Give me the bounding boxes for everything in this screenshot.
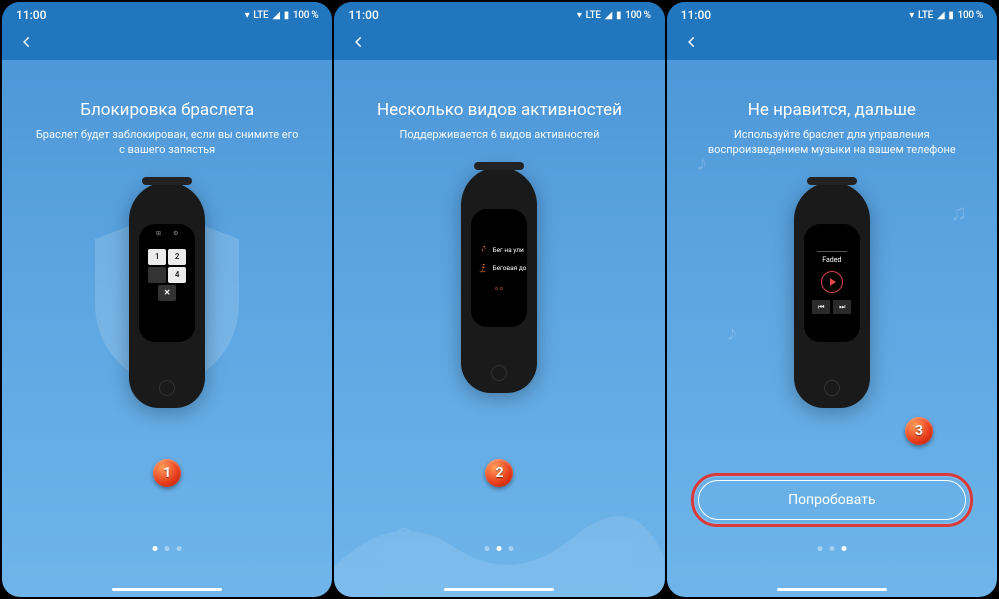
wifi-icon: ▾ bbox=[909, 10, 914, 21]
running-icon bbox=[478, 245, 488, 255]
cta-highlight: Попробовать bbox=[691, 473, 973, 527]
activity-more bbox=[475, 277, 523, 295]
dot-1[interactable] bbox=[153, 546, 158, 551]
status-time: 11:00 bbox=[348, 8, 378, 22]
treadmill-icon bbox=[478, 263, 488, 273]
keypad-blank bbox=[148, 267, 166, 283]
step-badge-3: 3 bbox=[905, 417, 933, 445]
battery-label: 100 % bbox=[958, 10, 983, 21]
band-device: Faded ⏮ ⏭ bbox=[794, 182, 870, 408]
step-badge-2: 2 bbox=[485, 459, 513, 487]
band-illustration: Бег на ули Беговая до bbox=[434, 167, 564, 397]
status-bar: 11:00 ▾ LTE ◢ ▮ 100 % bbox=[667, 2, 997, 24]
network-label: LTE bbox=[253, 10, 268, 21]
app-bar bbox=[334, 24, 664, 60]
cycling-icon bbox=[494, 281, 504, 291]
onboarding-screen-2: 11:00 ▾ LTE ◢ ▮ 100 % Несколько видов ак… bbox=[334, 2, 664, 597]
battery-label: 100 % bbox=[625, 10, 650, 21]
play-icon bbox=[830, 278, 836, 286]
dot-2[interactable] bbox=[829, 546, 834, 551]
keypad-1: 1 bbox=[148, 249, 166, 265]
band-lock-screen: ⊞⚙ 1 2 4 ✕ bbox=[139, 224, 195, 342]
page-indicator bbox=[485, 546, 514, 551]
next-track-button: ⏭ bbox=[833, 300, 851, 314]
track-name: Faded bbox=[822, 256, 841, 264]
battery-label: 100 % bbox=[293, 10, 318, 21]
dot-3[interactable] bbox=[841, 546, 846, 551]
play-button bbox=[821, 271, 843, 293]
band-top-icons: ⊞⚙ bbox=[156, 230, 178, 237]
band-device: Бег на ули Беговая до bbox=[461, 167, 537, 393]
music-note-icon: ♫ bbox=[950, 200, 967, 226]
page-indicator bbox=[817, 546, 846, 551]
status-time: 11:00 bbox=[681, 8, 711, 22]
page-title: Несколько видов активностей bbox=[377, 100, 622, 120]
dot-3[interactable] bbox=[509, 546, 514, 551]
keypad-4: 4 bbox=[168, 267, 186, 283]
onboarding-screen-1: 11:00 ▾ LTE ◢ ▮ 100 % Блокировка браслет… bbox=[2, 2, 332, 597]
battery-icon: ▮ bbox=[948, 10, 953, 21]
signal-icon: ◢ bbox=[605, 10, 612, 21]
divider bbox=[817, 251, 847, 252]
nav-handle[interactable] bbox=[777, 588, 887, 591]
try-button[interactable]: Попробовать bbox=[698, 480, 966, 520]
dot-1[interactable] bbox=[485, 546, 490, 551]
activity-run-outdoor: Бег на ули bbox=[475, 241, 523, 259]
app-bar bbox=[667, 24, 997, 60]
content-area: Блокировка браслета Браслет будет заблок… bbox=[2, 60, 332, 597]
status-bar: 11:00 ▾ LTE ◢ ▮ 100 % bbox=[334, 2, 664, 24]
band-home-button bbox=[824, 380, 840, 396]
status-indicators: ▾ LTE ◢ ▮ 100 % bbox=[245, 10, 319, 21]
status-indicators: ▾ LTE ◢ ▮ 100 % bbox=[909, 10, 983, 21]
band-keypad: 1 2 4 ✕ bbox=[148, 249, 186, 301]
wifi-icon: ▾ bbox=[577, 10, 582, 21]
page-indicator bbox=[153, 546, 182, 551]
signal-icon: ◢ bbox=[937, 10, 944, 21]
page-subtitle: Поддерживается 6 видов активностей bbox=[391, 128, 607, 143]
band-home-button bbox=[491, 365, 507, 381]
band-activity-screen: Бег на ули Беговая до bbox=[471, 209, 527, 327]
network-label: LTE bbox=[586, 10, 601, 21]
page-subtitle: Используйте браслет для управления воспр… bbox=[691, 128, 973, 158]
band-music-screen: Faded ⏮ ⏭ bbox=[804, 224, 860, 342]
prev-track-button: ⏮ bbox=[812, 300, 830, 314]
app-bar bbox=[2, 24, 332, 60]
wifi-icon: ▾ bbox=[245, 10, 250, 21]
keypad-2: 2 bbox=[168, 249, 186, 265]
dot-2[interactable] bbox=[165, 546, 170, 551]
content-area: Не нравится, дальше Используйте браслет … bbox=[667, 60, 997, 597]
network-label: LTE bbox=[918, 10, 933, 21]
page-title: Блокировка браслета bbox=[80, 100, 254, 120]
dot-2[interactable] bbox=[497, 546, 502, 551]
content-area: Несколько видов активностей Поддерживает… bbox=[334, 60, 664, 597]
back-button[interactable] bbox=[681, 31, 703, 53]
band-home-button bbox=[159, 380, 175, 396]
dot-3[interactable] bbox=[177, 546, 182, 551]
battery-icon: ▮ bbox=[616, 10, 621, 21]
music-note-icon: ♪ bbox=[727, 320, 738, 346]
page-title: Не нравится, дальше bbox=[748, 100, 916, 120]
signal-icon: ◢ bbox=[272, 10, 279, 21]
nav-handle[interactable] bbox=[444, 588, 554, 591]
onboarding-screen-3: 11:00 ▾ LTE ◢ ▮ 100 % Не нравится, дальш… bbox=[667, 2, 997, 597]
back-button[interactable] bbox=[16, 31, 38, 53]
status-bar: 11:00 ▾ LTE ◢ ▮ 100 % bbox=[2, 2, 332, 24]
activity-treadmill: Беговая до bbox=[475, 259, 523, 277]
status-indicators: ▾ LTE ◢ ▮ 100 % bbox=[577, 10, 651, 21]
music-note-icon: ♪ bbox=[697, 150, 708, 176]
step-badge-1: 1 bbox=[153, 459, 181, 487]
band-illustration: Faded ⏮ ⏭ bbox=[767, 182, 897, 412]
music-controls: ⏮ ⏭ bbox=[812, 300, 851, 314]
nav-handle[interactable] bbox=[112, 588, 222, 591]
status-time: 11:00 bbox=[16, 8, 46, 22]
back-button[interactable] bbox=[348, 31, 370, 53]
band-illustration: ⊞⚙ 1 2 4 ✕ bbox=[102, 182, 232, 412]
dot-1[interactable] bbox=[817, 546, 822, 551]
battery-icon: ▮ bbox=[284, 10, 289, 21]
band-device: ⊞⚙ 1 2 4 ✕ bbox=[129, 182, 205, 408]
page-subtitle: Браслет будет заблокирован, если вы сним… bbox=[26, 128, 308, 158]
keypad-delete: ✕ bbox=[158, 285, 176, 301]
